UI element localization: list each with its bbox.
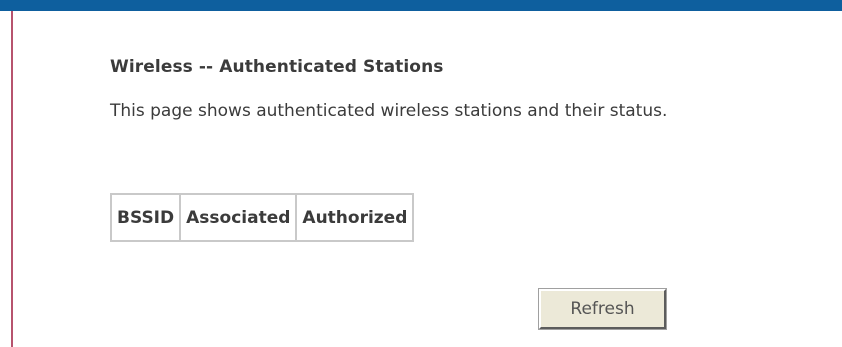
column-header-associated: Associated xyxy=(179,193,298,242)
column-header-bssid: BSSID xyxy=(109,193,182,242)
table-header-row: BSSID Associated Authorized xyxy=(109,193,415,242)
refresh-button[interactable]: Refresh xyxy=(538,288,667,330)
authenticated-stations-table: BSSID Associated Authorized xyxy=(109,193,415,242)
column-header-authorized: Authorized xyxy=(295,193,415,242)
page-description: This page shows authenticated wireless s… xyxy=(110,101,668,121)
page: Wireless -- Authenticated Stations This … xyxy=(0,0,842,347)
top-header-bar xyxy=(0,0,842,11)
left-frame-border xyxy=(11,11,13,347)
page-title: Wireless -- Authenticated Stations xyxy=(110,57,444,77)
